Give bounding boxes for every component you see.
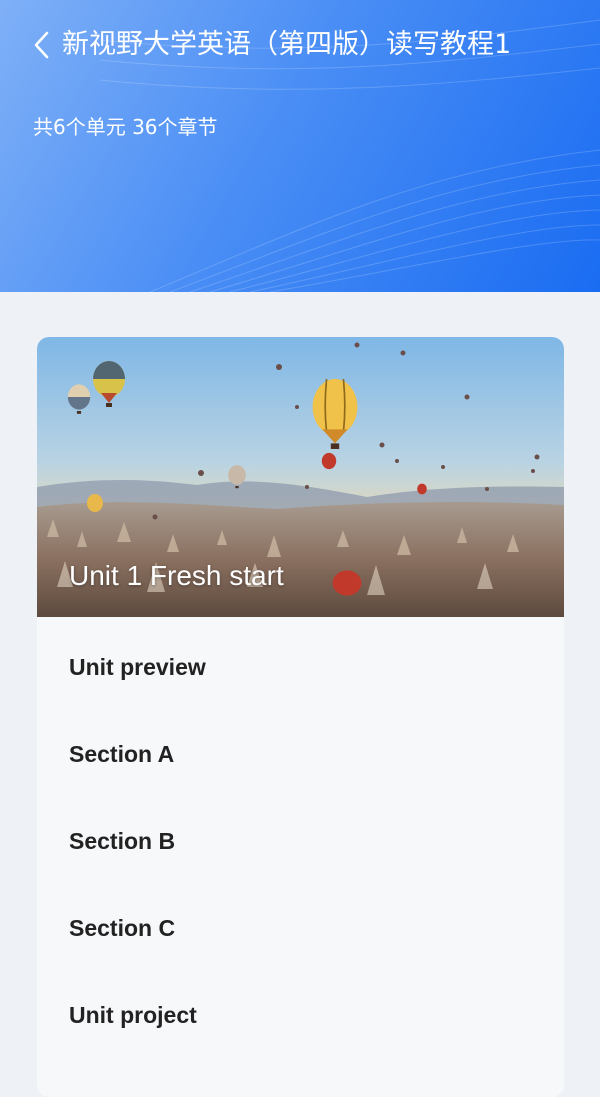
chapter-label: Section C	[69, 915, 176, 941]
chapter-label: Unit project	[69, 1002, 197, 1028]
chapter-item-section-a[interactable]: Section A	[37, 734, 564, 821]
chapter-item-unit-project[interactable]: Unit project	[37, 995, 564, 1082]
chevron-left-icon	[34, 31, 49, 59]
unit-title: Unit 1 Fresh start	[69, 560, 284, 591]
unit-banner[interactable]: Unit 1 Fresh start	[37, 337, 564, 617]
chapter-list: Unit preview Section A Section B Section…	[37, 617, 564, 1082]
back-button[interactable]	[28, 30, 54, 60]
chapter-item-unit-preview[interactable]: Unit preview	[37, 647, 564, 734]
chapter-item-section-c[interactable]: Section C	[37, 908, 564, 995]
chapter-label: Unit preview	[69, 654, 206, 680]
course-summary: 共6个单元 36个章节	[33, 115, 218, 139]
chapter-label: Section B	[69, 828, 176, 854]
chapter-label: Section A	[69, 741, 175, 767]
page-title: 新视野大学英语（第四版）读写教程1	[62, 29, 512, 60]
unit-card: Unit 1 Fresh start Unit preview Section …	[37, 337, 564, 1097]
header: 新视野大学英语（第四版）读写教程1 共6个单元 36个章节	[0, 0, 600, 292]
chapter-item-section-b[interactable]: Section B	[37, 821, 564, 908]
